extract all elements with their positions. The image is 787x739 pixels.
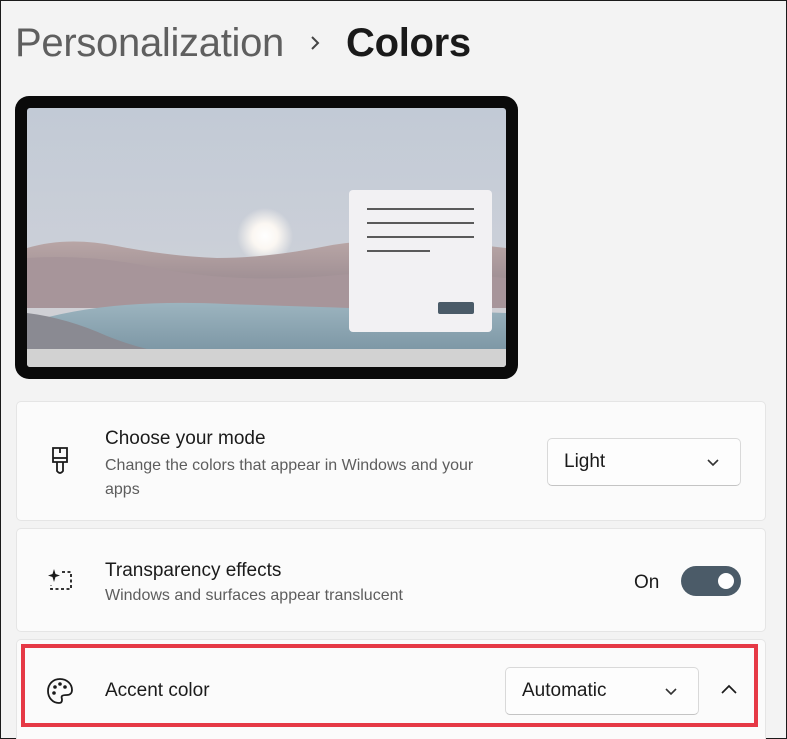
mode-dropdown[interactable]: Light	[547, 438, 741, 486]
accent-expand-button[interactable]	[709, 671, 749, 711]
breadcrumb-parent-personalization[interactable]: Personalization	[15, 21, 284, 66]
chevron-down-icon	[706, 455, 720, 469]
accent-color-card[interactable]: Accent color Automatic	[16, 639, 766, 739]
mode-title: Choose your mode	[105, 428, 266, 449]
chevron-up-icon	[720, 682, 738, 700]
transparency-card: Transparency effects Windows and surface…	[16, 528, 766, 632]
paintbrush-icon	[45, 446, 75, 476]
palette-icon	[45, 676, 75, 706]
accent-color-title: Accent color	[105, 680, 210, 701]
page-title: Colors	[346, 20, 471, 65]
toggle-knob	[718, 573, 734, 589]
preview-wallpaper	[27, 108, 506, 367]
accent-color-dropdown[interactable]: Automatic	[505, 667, 699, 715]
transparency-sparkle-icon	[45, 565, 75, 595]
accent-dropdown-value: Automatic	[522, 680, 607, 701]
theme-preview	[15, 96, 518, 379]
mode-description: Change the colors that appear in Windows…	[105, 457, 474, 498]
choose-mode-card: Choose your mode Change the colors that …	[16, 401, 766, 521]
breadcrumb: Personalization Colors	[15, 18, 471, 68]
transparency-toggle[interactable]	[681, 566, 741, 596]
chevron-down-icon	[664, 684, 678, 698]
transparency-description: Windows and surfaces appear translucent	[105, 587, 403, 604]
mode-dropdown-value: Light	[564, 451, 606, 472]
transparency-title: Transparency effects	[105, 560, 282, 581]
chevron-right-icon	[284, 33, 346, 53]
transparency-state-label: On	[634, 572, 660, 593]
